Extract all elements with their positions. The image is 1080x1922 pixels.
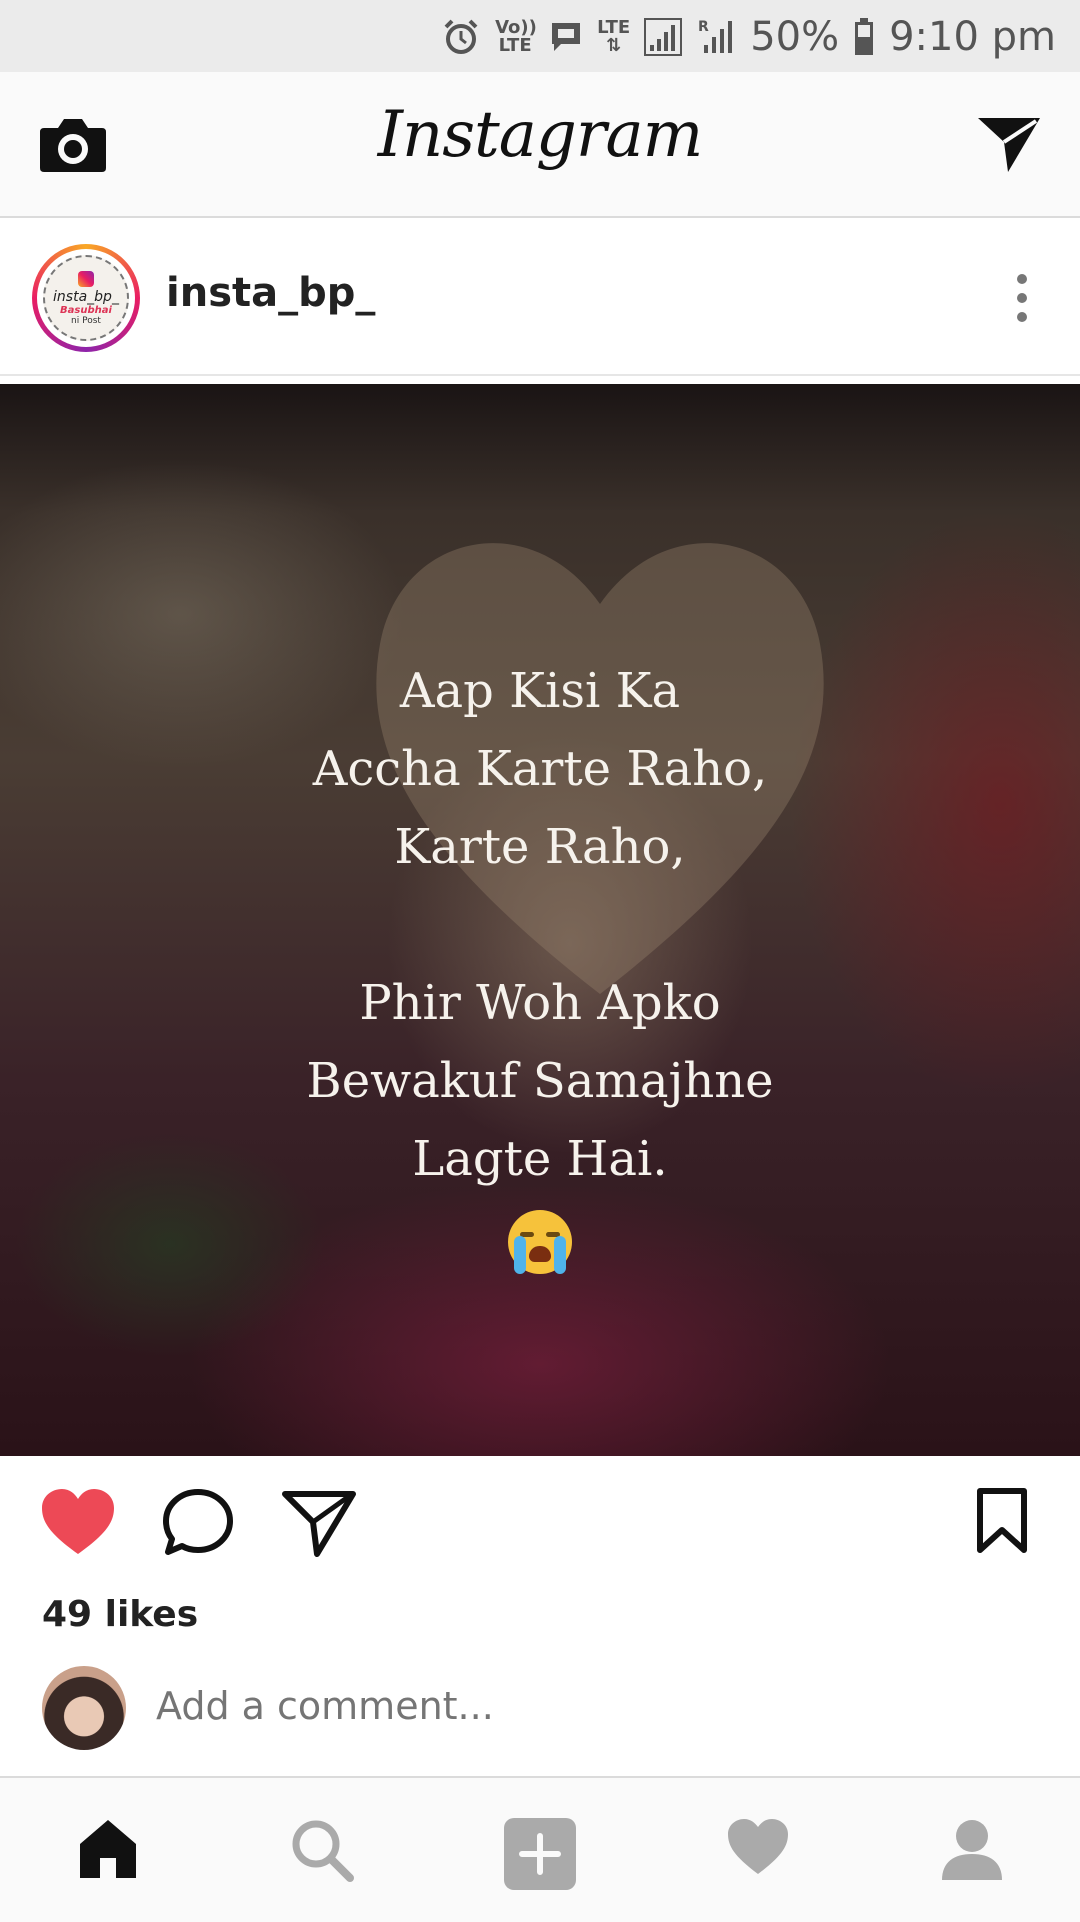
home-icon[interactable] — [76, 1818, 140, 1880]
volte-indicator: Vo)) LTE — [495, 17, 537, 56]
message-notification-icon — [552, 23, 581, 51]
battery-icon — [855, 18, 874, 55]
crying-face-icon — [508, 1210, 572, 1274]
comment-input[interactable] — [156, 1684, 756, 1728]
post-image[interactable]: Aap Kisi Ka Accha Karte Raho, Karte Raho… — [0, 384, 1080, 1456]
add-post-icon[interactable] — [504, 1818, 576, 1890]
comment-icon[interactable] — [162, 1488, 234, 1558]
profile-icon[interactable] — [940, 1818, 1004, 1882]
post-header: insta_bp_ Basubhai ni Post insta_bp_ — [0, 218, 1080, 376]
likes-count[interactable]: 49 likes — [42, 1594, 198, 1635]
current-user-avatar — [42, 1666, 126, 1750]
like-heart-icon[interactable] — [40, 1488, 116, 1558]
bottom-navigation — [0, 1776, 1080, 1922]
app-header: Instagram — [0, 72, 1080, 218]
avatar-text-handle: insta_bp_ — [53, 288, 119, 305]
search-icon[interactable] — [290, 1818, 354, 1882]
battery-percent: 50% — [750, 14, 840, 60]
overlay-line-5: Bewakuf Samajhne — [306, 1053, 774, 1109]
direct-message-icon[interactable] — [974, 112, 1044, 176]
avatar-text-suffix: ni Post — [71, 315, 101, 326]
overlay-line-3: Karte Raho, — [394, 819, 686, 875]
signal-icon-2: R — [698, 19, 733, 53]
share-icon[interactable] — [282, 1488, 356, 1558]
lte-indicator: LTE ⇅ — [597, 17, 631, 56]
activity-heart-icon[interactable] — [726, 1818, 790, 1876]
signal-icon-1 — [644, 18, 683, 56]
svg-text:R: R — [698, 19, 709, 35]
overlay-line-2: Accha Karte Raho, — [312, 741, 768, 797]
clock: 9:10 pm — [889, 14, 1056, 60]
overlay-line-4: Phir Woh Apko — [359, 975, 721, 1031]
post-username[interactable]: insta_bp_ — [166, 270, 375, 316]
alarm-icon — [444, 19, 478, 54]
add-comment-row — [0, 1660, 1080, 1760]
save-bookmark-icon[interactable] — [976, 1488, 1028, 1554]
status-bar: Vo)) LTE LTE ⇅ R 50% 9:10 pm — [0, 0, 1080, 72]
overlay-line-6: Lagte Hai. — [412, 1131, 668, 1187]
instagram-mini-logo-icon — [78, 270, 94, 287]
post-caption-overlay: Aap Kisi Ka Accha Karte Raho, Karte Raho… — [0, 652, 1080, 1198]
post-actions — [0, 1456, 1080, 1596]
post-author-avatar[interactable]: insta_bp_ Basubhai ni Post — [32, 244, 140, 352]
more-options-icon[interactable] — [1016, 274, 1028, 322]
app-logo: Instagram — [377, 98, 704, 172]
overlay-line-1: Aap Kisi Ka — [399, 663, 681, 719]
avatar-text-brand: Basubhai — [60, 304, 112, 316]
